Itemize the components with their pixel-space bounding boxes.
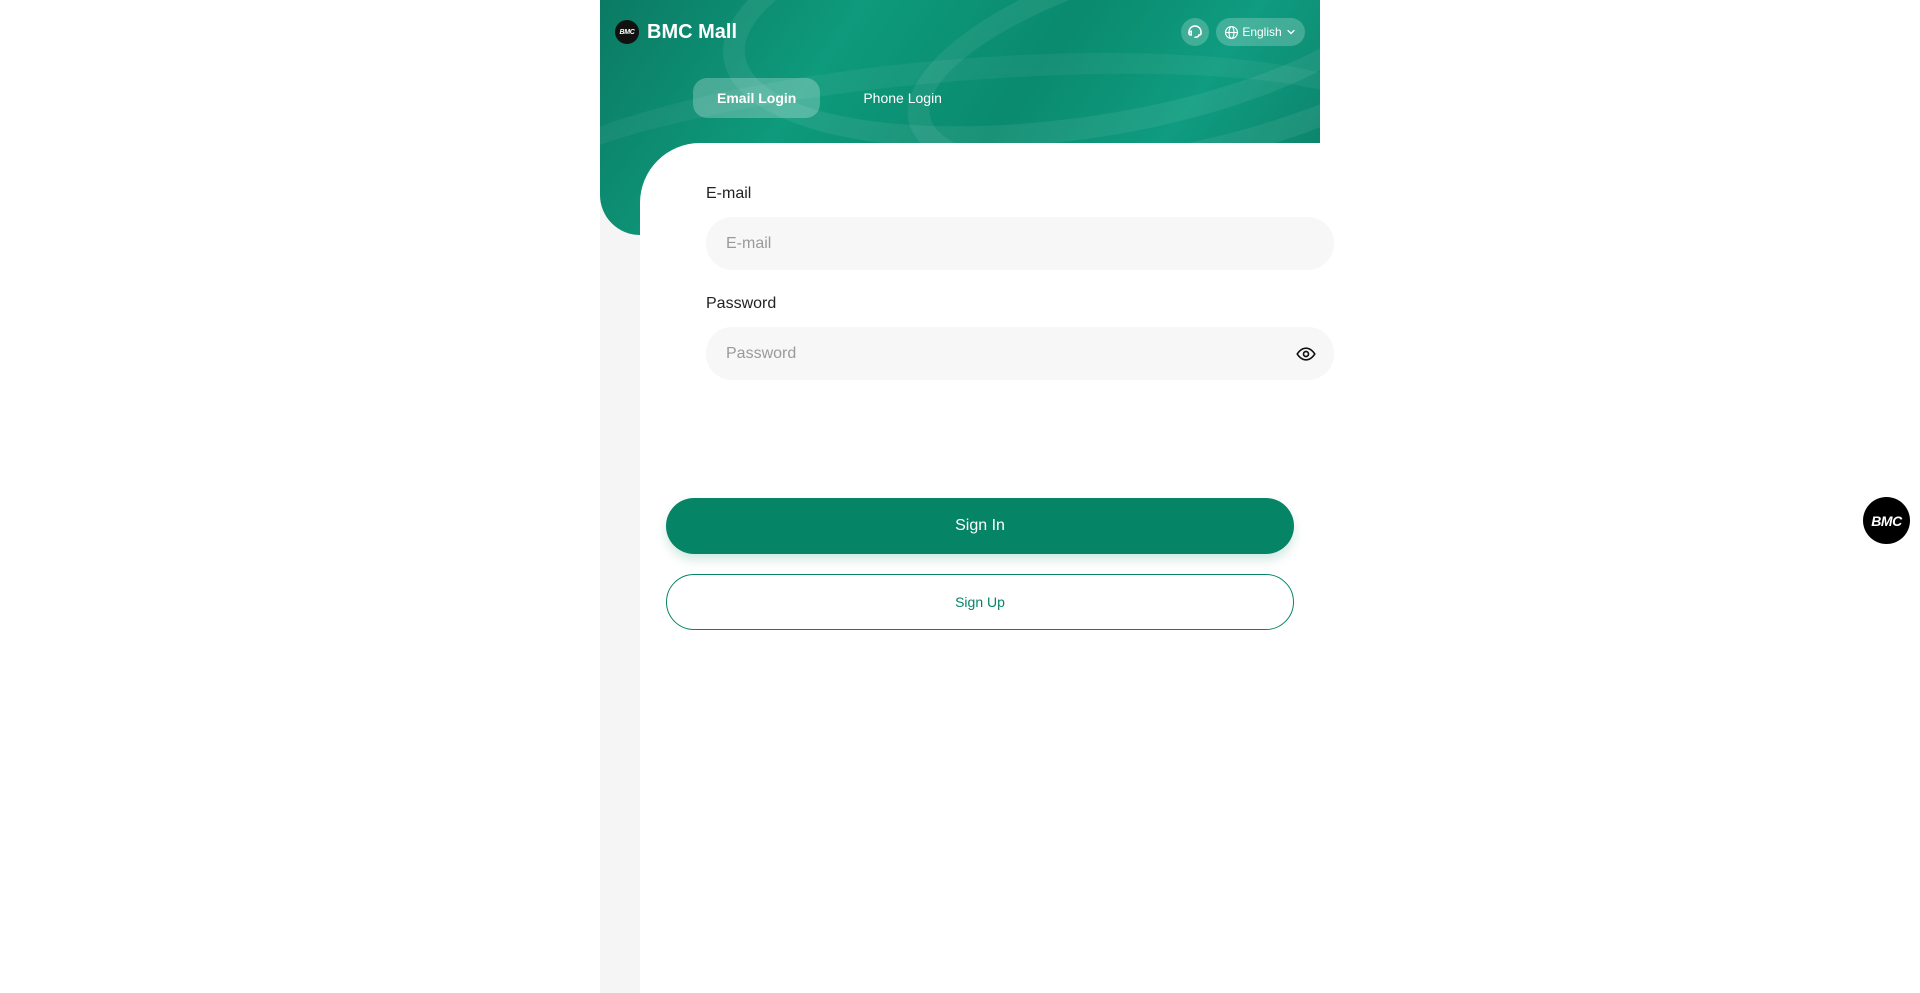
- brand-name: BMC Mall: [647, 20, 737, 43]
- top-bar: BMC BMC Mall English: [600, 0, 1320, 64]
- email-label: E-mail: [706, 185, 752, 202]
- chevron-down-icon: [1287, 29, 1295, 35]
- globe-icon: [1225, 25, 1239, 39]
- headset-icon: [1188, 25, 1202, 38]
- login-tabs: Email Login Phone Login: [693, 78, 966, 118]
- password-field-wrapper: [706, 327, 1334, 380]
- brand: BMC BMC Mall: [615, 20, 737, 44]
- tab-email-login[interactable]: Email Login: [693, 78, 821, 118]
- floating-brand-logo[interactable]: BMC: [1863, 497, 1910, 544]
- email-field-wrapper: [706, 217, 1334, 270]
- login-page: BMC BMC Mall English Email Login Phone L…: [600, 0, 1334, 993]
- sign-up-button[interactable]: Sign Up: [666, 574, 1294, 630]
- email-field[interactable]: [706, 217, 1334, 270]
- language-label: English: [1242, 25, 1282, 39]
- login-form-card: E-mail Password: [640, 143, 1334, 993]
- customer-support-button[interactable]: [1181, 18, 1209, 46]
- brand-logo: BMC: [615, 20, 639, 44]
- sign-in-button[interactable]: Sign In: [666, 498, 1294, 554]
- tab-phone-login[interactable]: Phone Login: [839, 78, 966, 118]
- language-selector[interactable]: English: [1216, 18, 1305, 46]
- password-label: Password: [706, 295, 777, 312]
- password-field[interactable]: [706, 327, 1334, 380]
- eye-icon[interactable]: [1296, 344, 1316, 364]
